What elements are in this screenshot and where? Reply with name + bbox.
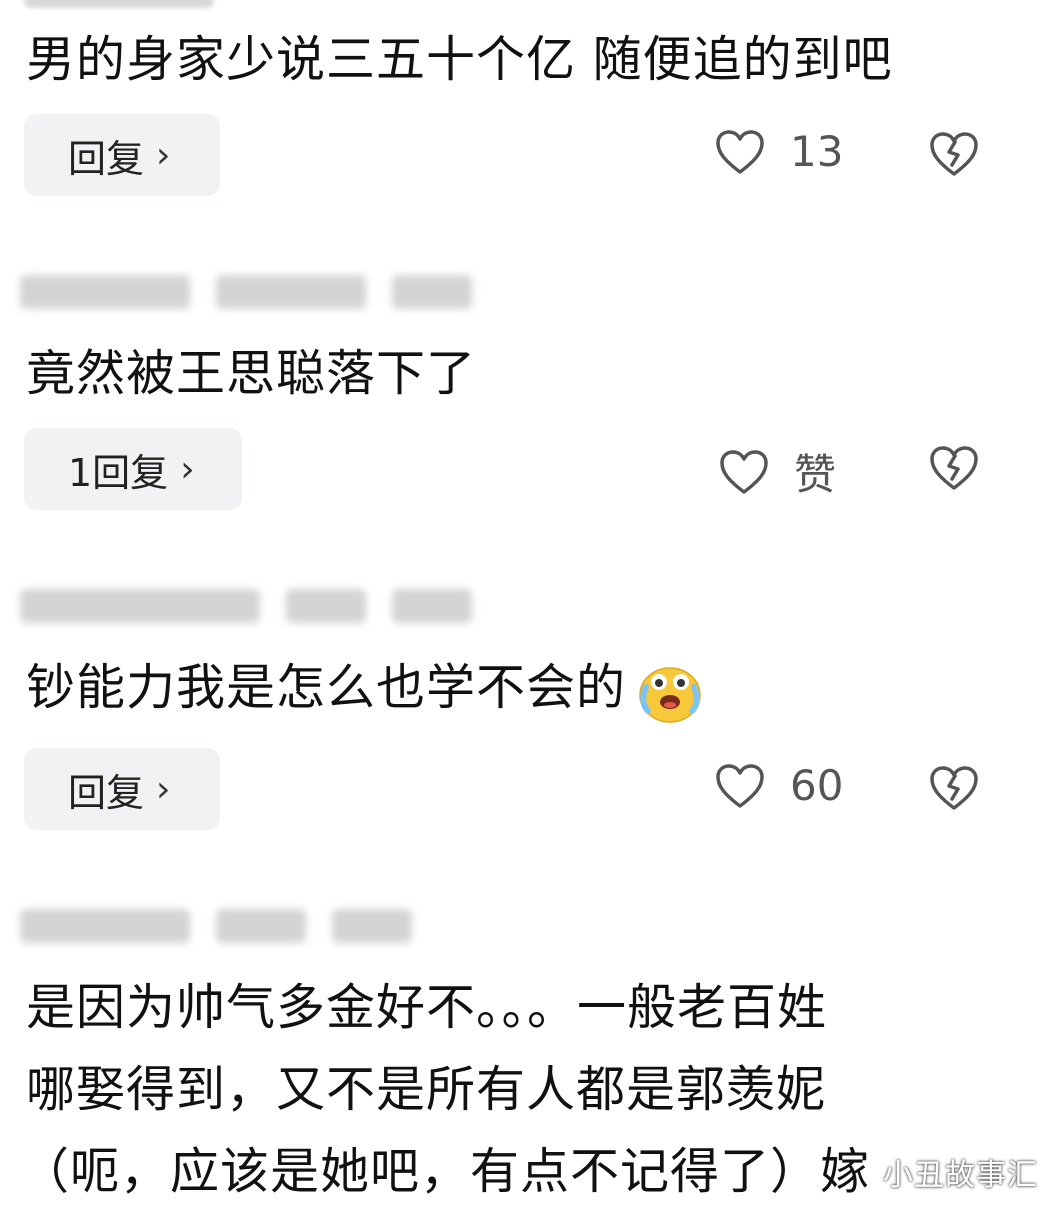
- reply-label: 回复: [68, 136, 145, 181]
- heart-outline-icon: [716, 763, 764, 808]
- reply-button[interactable]: 回复 ›: [24, 114, 220, 196]
- broken-heart-icon[interactable]: [928, 444, 980, 492]
- reply-button[interactable]: 1回复 ›: [24, 428, 242, 510]
- like-count: 赞: [794, 450, 837, 499]
- username-blurred: [20, 580, 472, 632]
- like-button[interactable]: 60: [714, 761, 843, 810]
- reply-label: 1回复: [68, 450, 169, 495]
- comment-text: 竟然被王思聪落下了: [26, 345, 477, 402]
- like-count: 60: [790, 761, 844, 810]
- reply-button[interactable]: 回复 ›: [24, 748, 220, 830]
- comment-text-line: （呃，应该是她吧，有点不记得了）嫁: [20, 1143, 871, 1200]
- like-count: 13: [790, 127, 844, 176]
- heart-outline-icon: [720, 449, 768, 494]
- comment-text-line: 哪娶得到，又不是所有人都是郭羡妮: [26, 1061, 827, 1118]
- chevron-right-icon: ›: [180, 448, 195, 490]
- broken-heart-icon[interactable]: [928, 764, 980, 812]
- watermark: 小丑故事汇: [883, 1158, 1038, 1193]
- previous-username-blurred: [24, 0, 214, 8]
- crying-laughing-emoji: [639, 666, 701, 723]
- username-blurred: [20, 266, 472, 318]
- comment-text: 男的身家少说三五十个亿 随便追的到吧: [26, 31, 893, 88]
- like-button[interactable]: 赞: [718, 441, 836, 502]
- reply-label: 回复: [68, 770, 145, 815]
- comment-text: 钞能力我是怎么也学不会的: [26, 646, 706, 730]
- comment-text-line: 是因为帅气多金好不。。。一般老百姓: [26, 979, 828, 1036]
- comment-text-content: 钞能力我是怎么也学不会的: [26, 659, 627, 716]
- broken-heart-icon[interactable]: [928, 130, 980, 178]
- chevron-right-icon: ›: [156, 768, 171, 810]
- like-button[interactable]: 13: [714, 127, 843, 176]
- username-blurred: [20, 900, 412, 952]
- chevron-right-icon: ›: [156, 134, 171, 176]
- heart-outline-icon: [716, 129, 764, 174]
